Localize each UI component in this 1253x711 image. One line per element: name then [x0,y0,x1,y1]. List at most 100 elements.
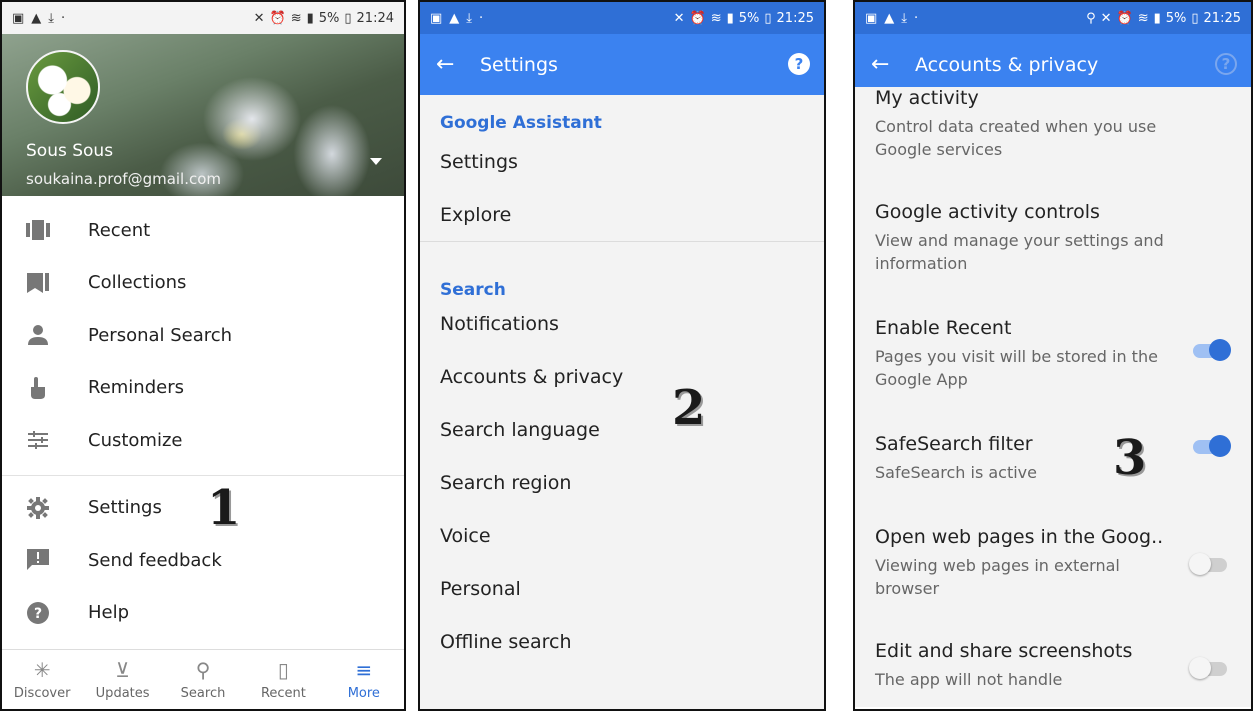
enable-recent-toggle[interactable] [1193,339,1231,361]
status-bar: ▣ ▲ ⤓ · ⚲ ✕ ⏰ ≋ ▮ 5% ▯ 21:25 [855,2,1251,34]
edit-screenshots-toggle[interactable] [1189,657,1227,679]
menu-label: Customize [88,429,183,451]
step-number: 1 [207,480,241,536]
step-number: 2 [672,380,706,436]
menu-item-settings[interactable]: Settings [2,482,404,535]
menu-label: Settings [88,497,162,519]
setting-title: Google activity controls [875,201,1100,223]
phone-menu-screen: ▣ ▲ ⤓ · ✕ ⏰ ≋ ▮ 5% ▯ 21:24 Sous Sous sou… [0,0,406,711]
menu-item-send-feedback[interactable]: Send feedback [2,534,404,587]
location-icon: ⚲ [1086,10,1096,26]
gear-icon [2,496,88,519]
dot-icon: · [479,10,484,26]
warning-icon: ▲ [31,10,42,26]
app-bar: ← Settings ? [420,34,824,95]
battery-icon: ▯ [764,10,772,26]
drawer-menu: Recent Collections Personal Search Remin… [2,196,404,639]
menu-label: Help [88,602,130,624]
signal-icon: ▮ [726,10,734,26]
open-web-pages-toggle[interactable] [1189,553,1227,575]
help-icon[interactable]: ? [1215,53,1237,75]
settings-item-voice[interactable]: Voice [440,509,824,562]
recent-icon [2,220,88,241]
menu-label: Recent [88,219,151,241]
setting-row-safesearch[interactable]: SafeSearch filter SafeSearch is active [875,433,1251,484]
battery-icon: ▯ [344,10,352,26]
sliders-icon [2,431,88,450]
bookmark-icon [2,272,88,293]
toggle-knob [1209,435,1231,457]
setting-subtitle: Pages you visit will be stored in the Go… [875,347,1158,389]
help-icon: ? [2,601,88,624]
menu-item-collections[interactable]: Collections [2,257,404,310]
menu-item-recent[interactable]: Recent [2,204,404,257]
toggle-knob [1189,657,1211,679]
setting-row-google-activity-controls[interactable]: Google activity controls View and manage… [875,201,1251,275]
discover-icon: ✳ [33,658,51,682]
setting-subtitle: Control data created when you use Google… [875,117,1157,159]
settings-item-assistant-settings[interactable]: Settings [440,135,824,188]
download-icon: ⤓ [48,10,55,26]
nav-updates[interactable]: ⊻ Updates [82,650,162,709]
menu-item-help[interactable]: ? Help [2,587,404,640]
app-bar: ← Accounts & privacy ? [855,34,1251,95]
menu-item-reminders[interactable]: Reminders [2,362,404,415]
menu-label: Personal Search [88,324,233,346]
nav-label: Discover [13,686,71,701]
setting-row-enable-recent[interactable]: Enable Recent Pages you visit will be st… [875,317,1251,391]
settings-item-notifications[interactable]: Notifications [440,297,824,350]
battery-percent: 5% [1165,10,1187,26]
menu-label: Send feedback [88,549,222,571]
clock: 21:25 [776,10,814,26]
battery-percent: 5% [318,10,340,26]
bottom-nav: ✳ Discover ⊻ Updates ⚲ Search ▯ Recent ≡… [2,649,404,709]
menu-item-personal-search[interactable]: Personal Search [2,309,404,362]
dot-icon: · [914,10,919,26]
back-arrow-icon[interactable]: ← [436,52,480,77]
nav-discover[interactable]: ✳ Discover [2,650,82,709]
setting-title: Open web pages in the Goog.. [875,526,1164,548]
setting-title: Enable Recent [875,317,1012,339]
setting-row-open-web-pages[interactable]: Open web pages in the Goog.. Viewing web… [875,526,1251,600]
wifi-icon: ≋ [290,10,302,26]
search-icon: ⚲ [195,658,211,682]
section-header-search: Search [440,280,506,300]
menu-item-customize[interactable]: Customize [2,414,404,467]
settings-item-offline-search[interactable]: Offline search [440,615,824,668]
settings-item-accounts-privacy[interactable]: Accounts & privacy [440,350,824,403]
profile-name: Sous Sous [26,141,114,161]
recent-tab-icon: ▯ [277,658,289,682]
settings-item-explore[interactable]: Explore [440,188,824,241]
setting-row-my-activity[interactable]: My activity Control data created when yo… [875,87,1251,161]
safesearch-toggle[interactable] [1193,435,1231,457]
mute-icon: ✕ [673,10,685,26]
settings-item-personal[interactable]: Personal [440,562,824,615]
nav-more[interactable]: ≡ More [324,650,404,709]
section-header-google-assistant: Google Assistant [440,113,602,133]
gallery-icon: ▣ [12,10,25,26]
phone-accounts-privacy-screen: ▣ ▲ ⤓ · ⚲ ✕ ⏰ ≋ ▮ 5% ▯ 21:25 ← Accounts … [853,0,1253,711]
svg-text:?: ? [34,606,42,622]
setting-subtitle: Viewing web pages in external browser [875,556,1120,598]
setting-row-edit-screenshots[interactable]: Edit and share screenshots The app will … [875,640,1251,691]
back-arrow-icon[interactable]: ← [871,52,915,77]
alarm-icon: ⏰ [269,10,286,26]
menu-label: Reminders [88,377,184,399]
warning-icon: ▲ [884,10,895,26]
toggle-knob [1209,339,1231,361]
battery-percent: 5% [738,10,760,26]
wifi-icon: ≋ [1137,10,1149,26]
nav-recent[interactable]: ▯ Recent [243,650,323,709]
account-dropdown-icon[interactable] [370,158,382,165]
avatar[interactable] [26,50,100,124]
help-icon[interactable]: ? [788,53,810,75]
settings-item-search-language[interactable]: Search language [440,403,824,456]
wifi-icon: ≋ [710,10,722,26]
download-icon: ⤓ [901,10,908,26]
nav-label: Search [180,686,226,701]
setting-subtitle: View and manage your settings and inform… [875,231,1164,273]
settings-item-search-region[interactable]: Search region [440,456,824,509]
status-bar: ▣ ▲ ⤓ · ✕ ⏰ ≋ ▮ 5% ▯ 21:25 [420,2,824,34]
person-icon [2,325,88,346]
nav-search[interactable]: ⚲ Search [163,650,243,709]
